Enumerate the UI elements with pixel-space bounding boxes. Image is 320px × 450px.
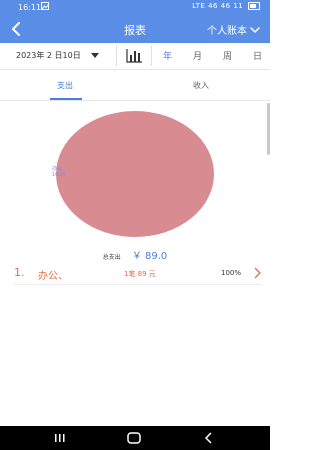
pie-chart	[0, 105, 270, 240]
category-percent: 100%	[221, 269, 242, 277]
status-time: 16:11	[18, 3, 42, 12]
tab-income[interactable]: 收入	[193, 80, 209, 91]
app-bar: 报表 个人账本	[0, 16, 270, 43]
back-button[interactable]	[8, 20, 26, 38]
battery-icon	[248, 2, 260, 10]
total-row: 总支出 ￥ 89.0	[0, 244, 270, 263]
type-tabs: 支出 收入	[0, 74, 270, 101]
active-tab-indicator	[50, 98, 82, 100]
account-label: 个人账本	[207, 26, 247, 37]
caret-down-icon	[90, 53, 99, 58]
total-value: ￥ 89.0	[131, 251, 168, 262]
bar-chart-icon	[126, 49, 142, 63]
chevron-right-icon	[254, 267, 261, 279]
period-tab-month[interactable]: 月	[193, 49, 202, 62]
date-picker[interactable]: 2023年 2 日10日	[16, 50, 99, 61]
chart-type-button[interactable]	[124, 47, 144, 65]
category-name: 办公、	[38, 271, 68, 282]
category-index: 1.	[14, 266, 25, 279]
account-switch-button[interactable]: 个人账本	[207, 22, 261, 37]
chevron-down-icon	[250, 26, 260, 33]
category-count: 1笔 89 元	[124, 270, 156, 278]
divider	[151, 46, 152, 66]
signal-icons: LTE 46 46 11	[192, 2, 244, 10]
period-tab-day[interactable]: 日	[253, 49, 262, 62]
total-label: 总支出	[102, 254, 121, 261]
back-nav-icon[interactable]	[204, 431, 214, 445]
image-icon	[41, 2, 49, 12]
status-bar: 16:11 LTE 46 46 11	[0, 0, 270, 16]
system-nav-bar	[0, 426, 270, 450]
divider	[116, 46, 117, 66]
pie-chart-svg	[56, 111, 214, 237]
date-value: 2023年 2 日10日	[16, 51, 81, 60]
category-row[interactable]: 1. 办公、 1笔 89 元 100%	[14, 262, 262, 285]
chevron-left-icon	[12, 22, 20, 36]
tab-expense[interactable]: 支出	[57, 80, 73, 91]
pie-slice-label: 办公 100%	[52, 166, 67, 178]
filter-row: 2023年 2 日10日 年 月 周 日	[0, 43, 270, 70]
status-icons: LTE 46 46 11	[192, 2, 260, 10]
period-tab-year[interactable]: 年	[163, 49, 172, 62]
recents-icon[interactable]	[54, 431, 66, 445]
home-icon[interactable]	[127, 431, 141, 445]
pie-slice-办公[interactable]	[56, 111, 214, 237]
period-tab-week[interactable]: 周	[223, 49, 232, 62]
